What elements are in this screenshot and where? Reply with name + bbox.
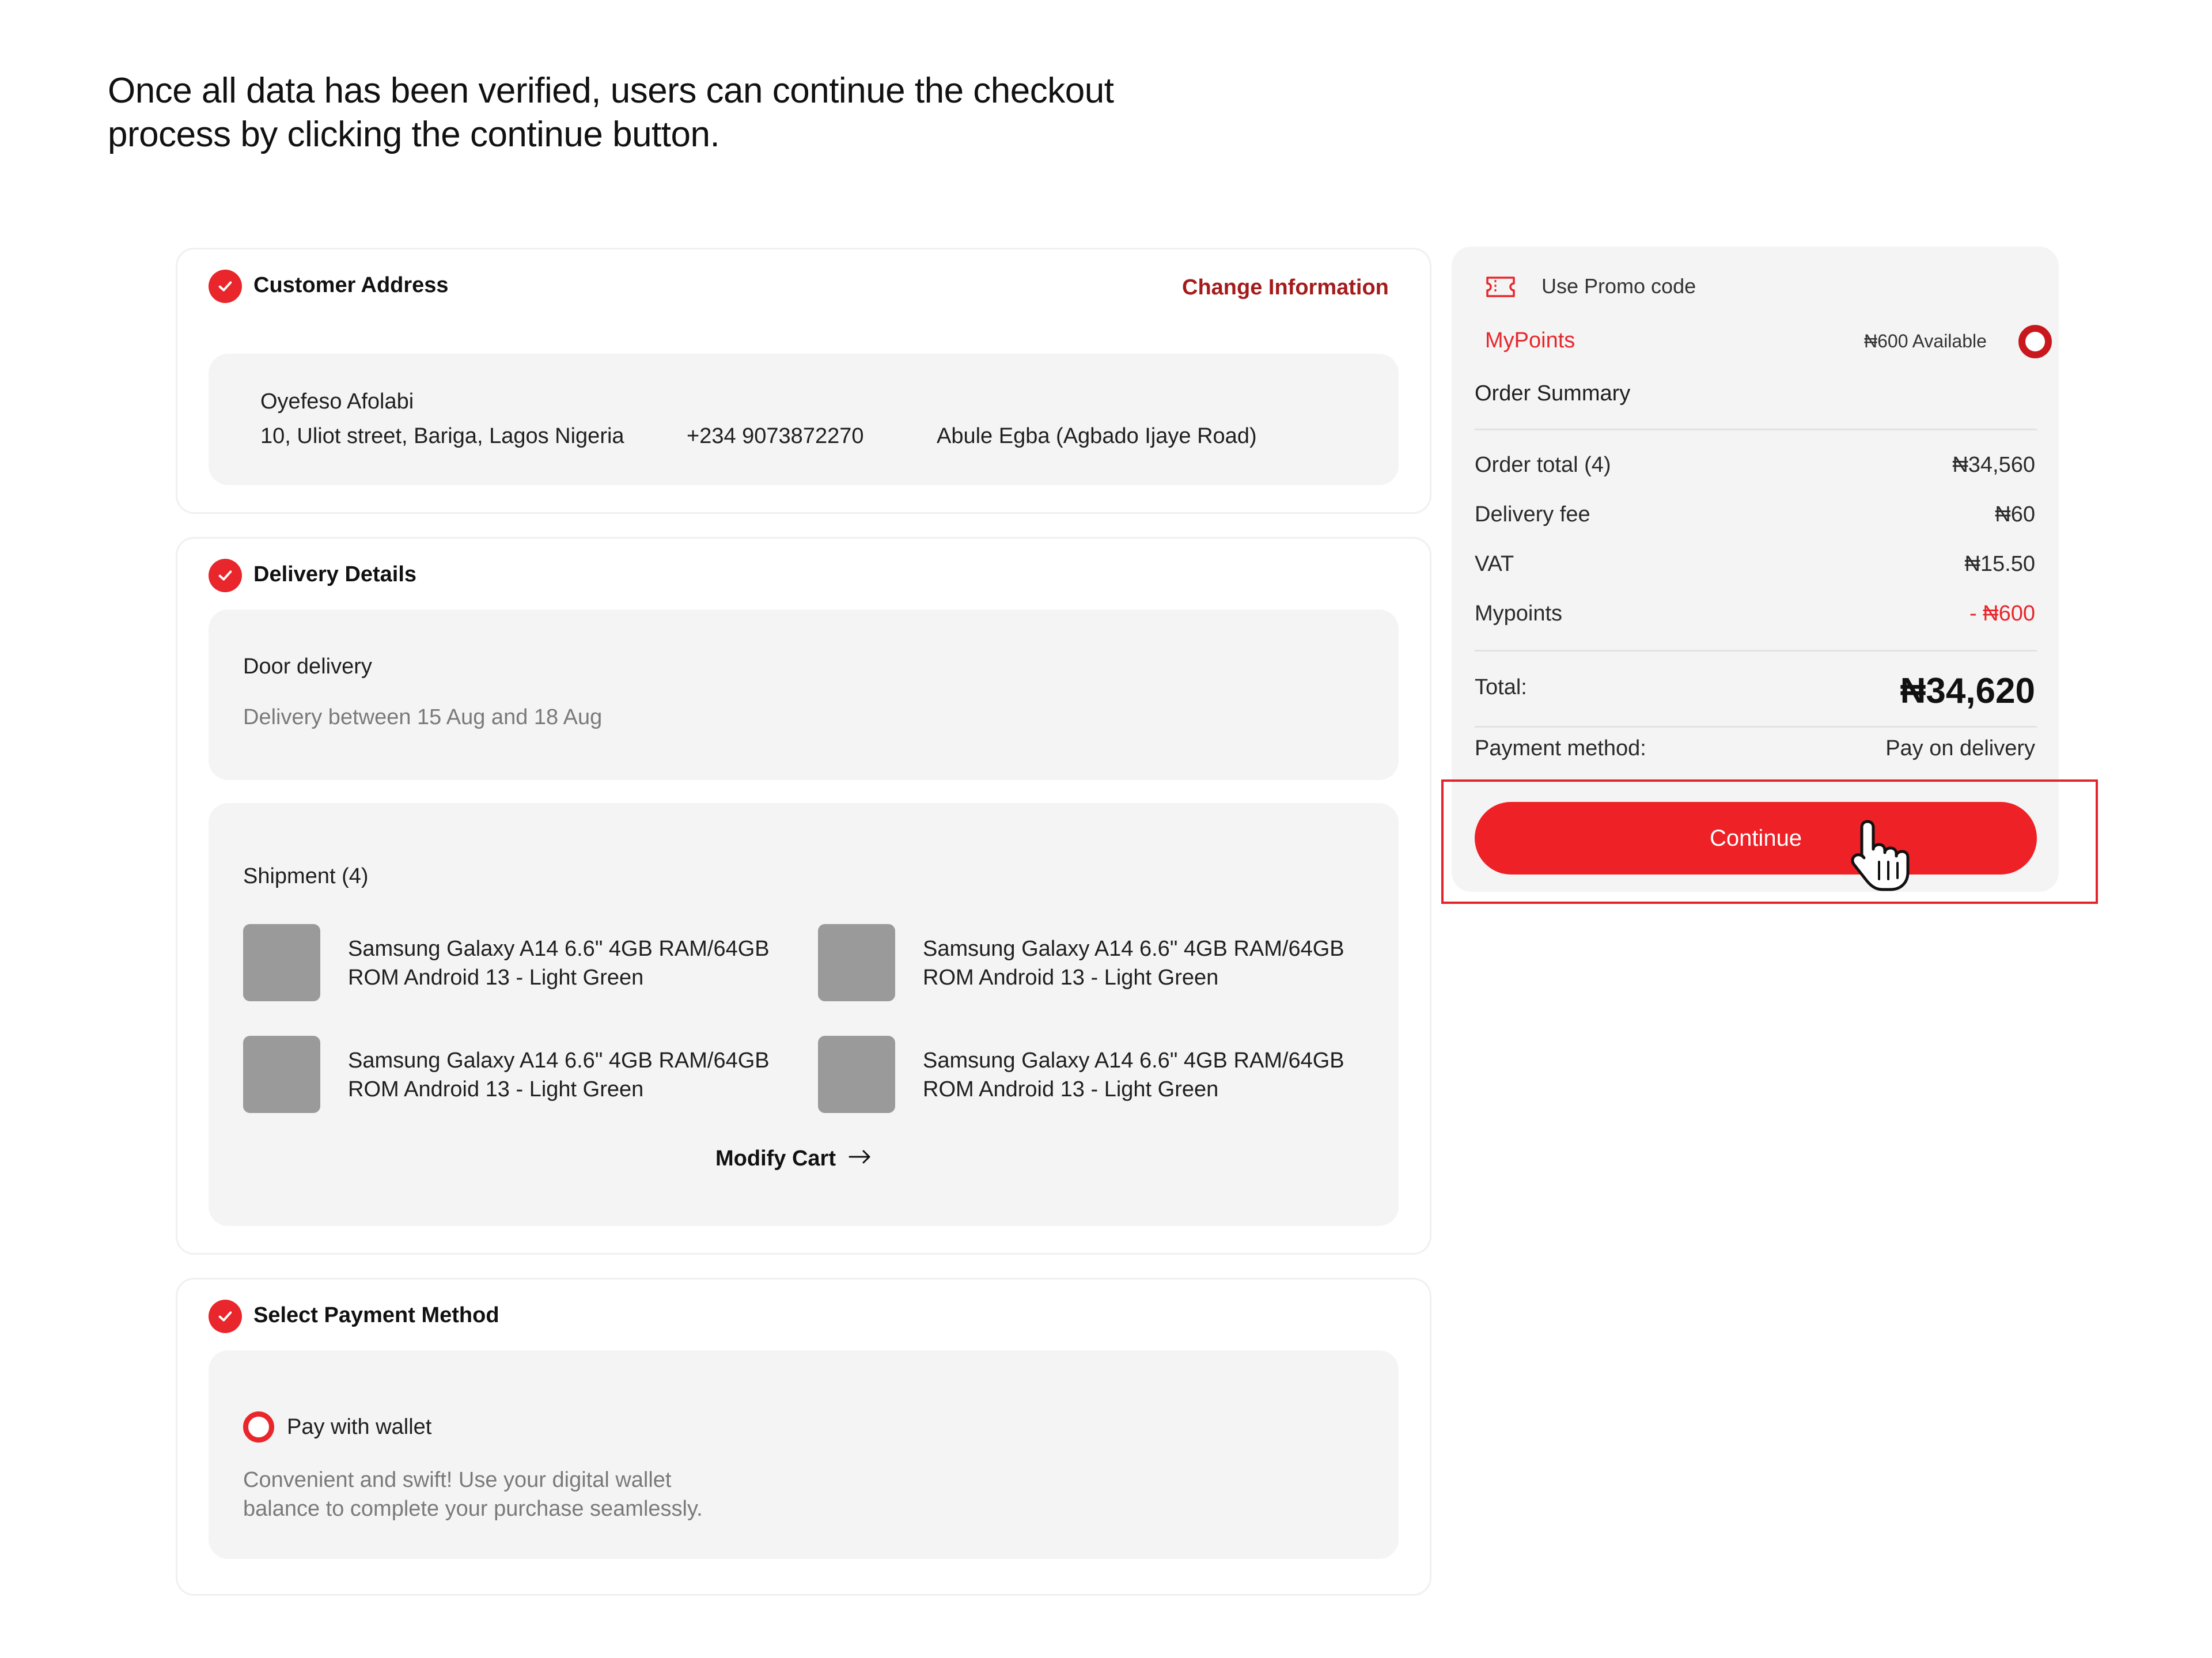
mypoints-label: MyPoints <box>1485 328 1575 353</box>
shipment-label: Shipment (4) <box>243 864 369 888</box>
order-total-value: ₦34,560 <box>1952 453 2035 477</box>
delivery-details-title: Delivery Details <box>253 562 417 586</box>
check-icon <box>209 559 242 592</box>
mypoints-available: ₦600 Available <box>1864 331 1987 351</box>
arrow-right-icon <box>849 1146 872 1171</box>
mypoints-deduction-label: Mypoints <box>1475 601 1563 626</box>
delivery-fee-label: Delivery fee <box>1475 502 1590 527</box>
total-value: ₦34,620 <box>1900 671 2035 711</box>
customer-street: 10, Uliot street, Bariga, Lagos Nigeria <box>260 424 624 448</box>
hand-pointer-icon <box>1848 817 1911 892</box>
total-label: Total: <box>1475 675 1527 699</box>
customer-region: Abule Egba (Agbado Ijaye Road) <box>937 424 1257 448</box>
payment-method-value: Pay on delivery <box>1885 736 2035 760</box>
wallet-radio[interactable] <box>243 1411 274 1443</box>
continue-button[interactable]: Continue <box>1475 802 2037 875</box>
customer-address-title: Customer Address <box>253 273 449 297</box>
divider <box>1475 429 2037 430</box>
delivery-fee-value: ₦60 <box>1995 502 2035 527</box>
payment-method-label: Payment method: <box>1475 736 1646 760</box>
delivery-window: Delivery between 15 Aug and 18 Aug <box>243 705 603 729</box>
product-thumbnail <box>818 924 895 1001</box>
product-thumbnail <box>243 924 320 1001</box>
vat-value: ₦15.50 <box>1964 552 2035 576</box>
order-summary-heading: Order Summary <box>1475 381 1631 406</box>
change-information-link[interactable]: Change Information <box>1182 275 1389 300</box>
wallet-option-label: Pay with wallet <box>287 1415 432 1439</box>
order-total-label: Order total (4) <box>1475 453 1611 477</box>
check-icon <box>209 1300 242 1333</box>
customer-phone: +234 9073872270 <box>687 424 864 448</box>
product-thumbnail <box>243 1036 320 1113</box>
product-name: Samsung Galaxy A14 6.6" 4GB RAM/64GB ROM… <box>348 937 770 990</box>
wallet-option-desc: balance to complete your purchase seamle… <box>243 1497 703 1521</box>
customer-name: Oyefeso Afolabi <box>260 389 414 414</box>
product-thumbnail <box>818 1036 895 1113</box>
vat-label: VAT <box>1475 552 1514 576</box>
divider <box>1475 726 2037 728</box>
ticket-icon[interactable] <box>1485 274 1516 300</box>
check-icon <box>209 270 242 303</box>
mypoints-deduction-value: - ₦600 <box>1969 601 2035 626</box>
modify-cart-label: Modify Cart <box>715 1146 836 1171</box>
product-name: Samsung Galaxy A14 6.6" 4GB RAM/64GB ROM… <box>348 1048 770 1101</box>
door-delivery-panel[interactable] <box>209 610 1399 780</box>
modify-cart-link[interactable]: Modify Cart <box>715 1146 872 1171</box>
address-panel <box>209 354 1399 485</box>
product-name: Samsung Galaxy A14 6.6" 4GB RAM/64GB ROM… <box>923 1048 1344 1101</box>
payment-method-title: Select Payment Method <box>253 1303 499 1327</box>
wallet-option-desc: Convenient and swift! Use your digital w… <box>243 1468 672 1492</box>
divider <box>1475 650 2037 652</box>
promo-code-link[interactable]: Use Promo code <box>1541 274 1696 298</box>
product-name: Samsung Galaxy A14 6.6" 4GB RAM/64GB ROM… <box>923 937 1344 990</box>
mypoints-radio[interactable] <box>2018 325 2052 358</box>
wallet-option-panel[interactable] <box>209 1350 1399 1559</box>
instruction-caption: Once all data has been verified, users c… <box>108 71 1114 154</box>
delivery-method: Door delivery <box>243 654 372 679</box>
